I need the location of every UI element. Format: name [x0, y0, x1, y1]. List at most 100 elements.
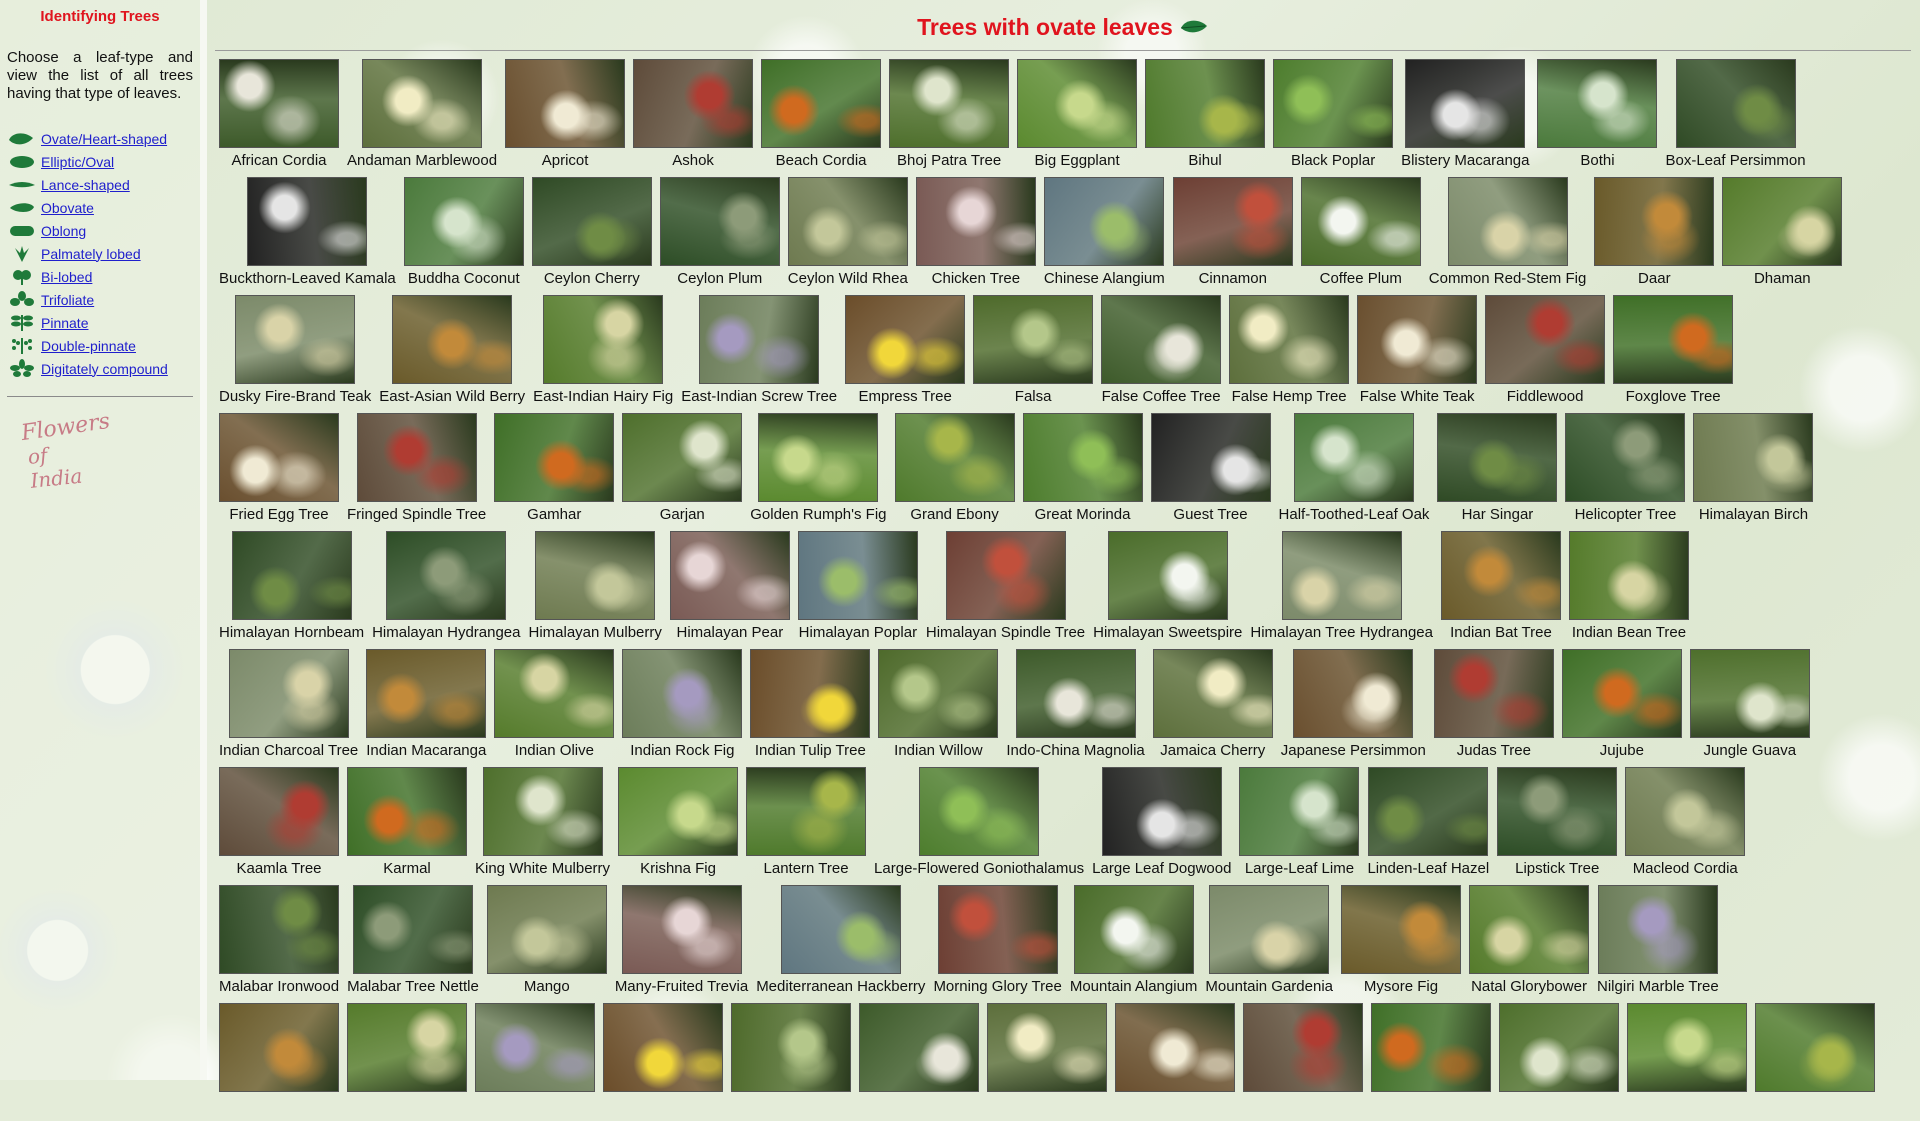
tree-card[interactable]: Garjan — [618, 413, 746, 524]
tree-name[interactable]: Indian Tulip Tree — [755, 742, 866, 760]
tree-name[interactable]: Karmal — [383, 860, 431, 878]
tree-thumbnail[interactable] — [494, 413, 615, 502]
tree-thumbnail[interactable] — [758, 413, 879, 502]
tree-thumbnail[interactable] — [543, 295, 664, 384]
tree-thumbnail[interactable] — [659, 177, 780, 266]
tree-thumbnail[interactable] — [347, 767, 467, 856]
tree-name[interactable]: Black Poplar — [1291, 152, 1375, 170]
tree-card[interactable] — [1751, 1003, 1879, 1092]
tree-card[interactable]: Har Singar — [1433, 413, 1561, 524]
tree-thumbnail[interactable] — [699, 295, 820, 384]
tree-card[interactable]: Himalayan Hydrangea — [368, 531, 524, 642]
tree-name[interactable]: Ashok — [672, 152, 714, 170]
tree-name[interactable]: Indo-China Magnolia — [1006, 742, 1144, 760]
tree-card[interactable]: Himalayan Mulberry — [525, 531, 666, 642]
tree-card[interactable]: Fringed Spindle Tree — [343, 413, 490, 524]
tree-thumbnail[interactable] — [1613, 295, 1734, 384]
tree-card[interactable]: Mountain Gardenia — [1201, 885, 1337, 996]
tree-card[interactable]: Large-Flowered Goniothalamus — [870, 767, 1088, 878]
tree-thumbnail[interactable] — [1341, 885, 1462, 974]
tree-thumbnail[interactable] — [1561, 649, 1682, 738]
tree-name[interactable]: Large-Flowered Goniothalamus — [874, 860, 1084, 878]
tree-name[interactable]: Ceylon Plum — [677, 270, 762, 288]
tree-thumbnail[interactable] — [603, 1003, 723, 1092]
tree-name[interactable]: Mango — [524, 978, 570, 996]
tree-card[interactable]: Himalayan Birch — [1689, 413, 1817, 524]
tree-thumbnail[interactable] — [621, 885, 742, 974]
tree-card[interactable]: False Hemp Tree — [1225, 295, 1353, 406]
tree-card[interactable]: Box-Leaf Persimmon — [1661, 59, 1809, 170]
tree-thumbnail[interactable] — [386, 531, 507, 620]
tree-thumbnail[interactable] — [1568, 531, 1689, 620]
tree-name[interactable]: Indian Bat Tree — [1450, 624, 1552, 642]
tree-name[interactable]: Buddha Coconut — [408, 270, 520, 288]
tree-thumbnail[interactable] — [362, 59, 483, 148]
tree-card[interactable]: Cinnamon — [1169, 177, 1297, 288]
tree-card[interactable]: East-Indian Screw Tree — [677, 295, 841, 406]
leaf-type-link[interactable]: Digitately compound — [41, 361, 168, 377]
tree-name[interactable]: Indian Charcoal Tree — [219, 742, 358, 760]
tree-thumbnail[interactable] — [366, 649, 487, 738]
tree-name[interactable]: Fried Egg Tree — [229, 506, 328, 524]
tree-name[interactable]: Many-Fruited Trevia — [615, 978, 748, 996]
tree-thumbnail[interactable] — [1073, 885, 1194, 974]
tree-card[interactable]: Malabar Ironwood — [215, 885, 343, 996]
tree-thumbnail[interactable] — [403, 177, 524, 266]
tree-thumbnail[interactable] — [1293, 413, 1414, 502]
tree-thumbnail[interactable] — [535, 531, 656, 620]
tree-card[interactable]: Ashok — [629, 59, 757, 170]
leaf-type-link[interactable]: Ovate/Heart-shaped — [41, 131, 167, 147]
tree-thumbnail[interactable] — [859, 1003, 979, 1092]
tree-name[interactable]: Lantern Tree — [764, 860, 849, 878]
tree-card[interactable]: Karmal — [343, 767, 471, 878]
tree-card[interactable]: Judas Tree — [1430, 649, 1558, 760]
tree-name[interactable]: Himalayan Hydrangea — [372, 624, 520, 642]
tree-thumbnail[interactable] — [1015, 649, 1136, 738]
tree-card[interactable]: Indian Willow — [874, 649, 1002, 760]
tree-name[interactable]: Linden-Leaf Hazel — [1367, 860, 1489, 878]
tree-name[interactable]: Beach Cordia — [776, 152, 867, 170]
tree-name[interactable]: Morning Glory Tree — [933, 978, 1061, 996]
flowers-of-india-logo[interactable]: Flowers of India — [13, 409, 112, 493]
tree-name[interactable]: Indian Olive — [515, 742, 594, 760]
tree-thumbnail[interactable] — [1597, 885, 1718, 974]
tree-card[interactable]: Himalayan Sweetspire — [1089, 531, 1246, 642]
tree-name[interactable]: Indian Macaranga — [366, 742, 486, 760]
tree-name[interactable]: Andaman Marblewood — [347, 152, 497, 170]
tree-thumbnail[interactable] — [1722, 177, 1843, 266]
leaf-type-link[interactable]: Oblong — [41, 223, 86, 239]
leaf-type-link[interactable]: Elliptic/Oval — [41, 154, 114, 170]
tree-card[interactable]: Chicken Tree — [912, 177, 1040, 288]
tree-thumbnail[interactable] — [1145, 59, 1266, 148]
tree-card[interactable]: Mediterranean Hackberry — [752, 885, 929, 996]
tree-name[interactable]: Mountain Gardenia — [1205, 978, 1333, 996]
tree-name[interactable]: Garjan — [660, 506, 705, 524]
tree-card[interactable]: Himalayan Spindle Tree — [922, 531, 1089, 642]
tree-card[interactable]: Large Leaf Dogwood — [1088, 767, 1235, 878]
tree-name[interactable]: Large-Leaf Lime — [1245, 860, 1354, 878]
tree-thumbnail[interactable] — [1017, 59, 1138, 148]
tree-thumbnail[interactable] — [219, 767, 339, 856]
tree-card[interactable]: Bothi — [1533, 59, 1661, 170]
tree-card[interactable]: Fried Egg Tree — [215, 413, 343, 524]
tree-thumbnail[interactable] — [247, 177, 368, 266]
tree-card[interactable]: Mountain Alangium — [1066, 885, 1202, 996]
tree-card[interactable]: Himalayan Tree Hydrangea — [1246, 531, 1437, 642]
tree-card[interactable]: Indo-China Magnolia — [1002, 649, 1148, 760]
tree-thumbnail[interactable] — [505, 59, 626, 148]
tree-card[interactable]: Kaamla Tree — [215, 767, 343, 878]
tree-thumbnail[interactable] — [1433, 649, 1554, 738]
tree-thumbnail[interactable] — [1209, 885, 1330, 974]
leaf-type-link[interactable]: Pinnate — [41, 315, 88, 331]
tree-name[interactable]: Chinese Alangium — [1044, 270, 1165, 288]
tree-thumbnail[interactable] — [356, 413, 477, 502]
tree-card[interactable] — [1495, 1003, 1623, 1092]
tree-card[interactable]: Indian Charcoal Tree — [215, 649, 362, 760]
tree-thumbnail[interactable] — [1229, 295, 1350, 384]
tree-card[interactable]: False Coffee Tree — [1097, 295, 1225, 406]
tree-card[interactable]: Helicopter Tree — [1561, 413, 1689, 524]
tree-card[interactable]: Linden-Leaf Hazel — [1363, 767, 1493, 878]
tree-card[interactable]: Dhaman — [1718, 177, 1846, 288]
tree-thumbnail[interactable] — [494, 649, 615, 738]
tree-name[interactable]: African Cordia — [231, 152, 326, 170]
